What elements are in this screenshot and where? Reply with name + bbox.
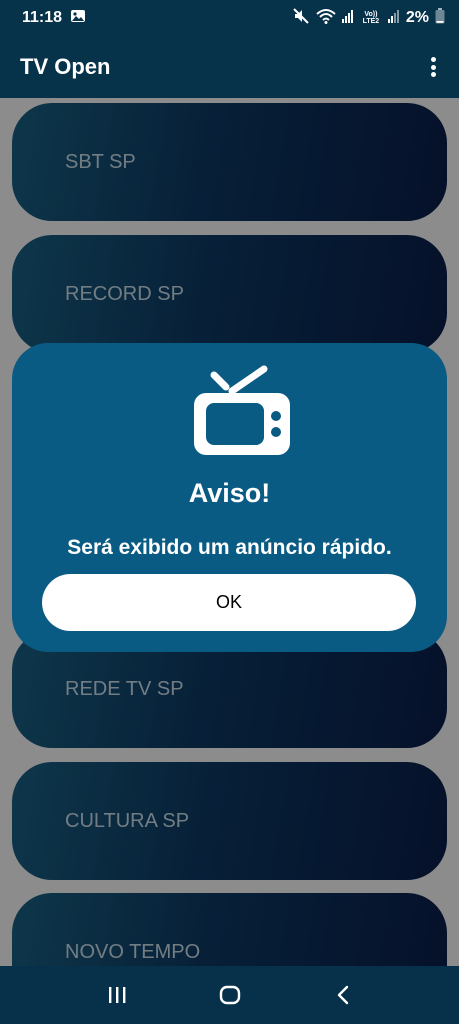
- recents-icon[interactable]: [97, 975, 137, 1015]
- app-bar: TV Open: [0, 36, 459, 98]
- ok-button[interactable]: OK: [42, 574, 416, 631]
- tv-icon: [194, 365, 290, 455]
- notice-dialog: Aviso! Será exibido um anúncio rápido. O…: [12, 343, 447, 652]
- signal-icon: [341, 9, 354, 27]
- system-nav-bar: [0, 966, 459, 1024]
- dialog-message: Será exibido um anúncio rápido.: [67, 536, 392, 559]
- battery-icon: [435, 8, 445, 28]
- back-icon[interactable]: [323, 975, 363, 1015]
- dialog-title: Aviso!: [188, 478, 271, 508]
- battery-percent: 2%: [405, 9, 429, 26]
- gallery-icon: [70, 8, 86, 29]
- wifi-icon: [316, 8, 336, 28]
- more-vert-icon[interactable]: [425, 54, 441, 80]
- lte-label: Vo)) LTE2: [362, 11, 380, 25]
- status-time: 11:18: [22, 9, 63, 26]
- signal-icon: [387, 9, 400, 27]
- status-bar: 11:18 Vo)) LTE2 2%: [0, 0, 459, 36]
- status-icons: Vo)) LTE2 2%: [292, 7, 445, 29]
- home-icon[interactable]: [210, 975, 250, 1015]
- screen: 11:18 Vo)) LTE2 2% TV Open SBT SP RECORD…: [0, 0, 459, 1024]
- mute-icon: [292, 7, 310, 29]
- app-title: TV Open: [20, 54, 111, 79]
